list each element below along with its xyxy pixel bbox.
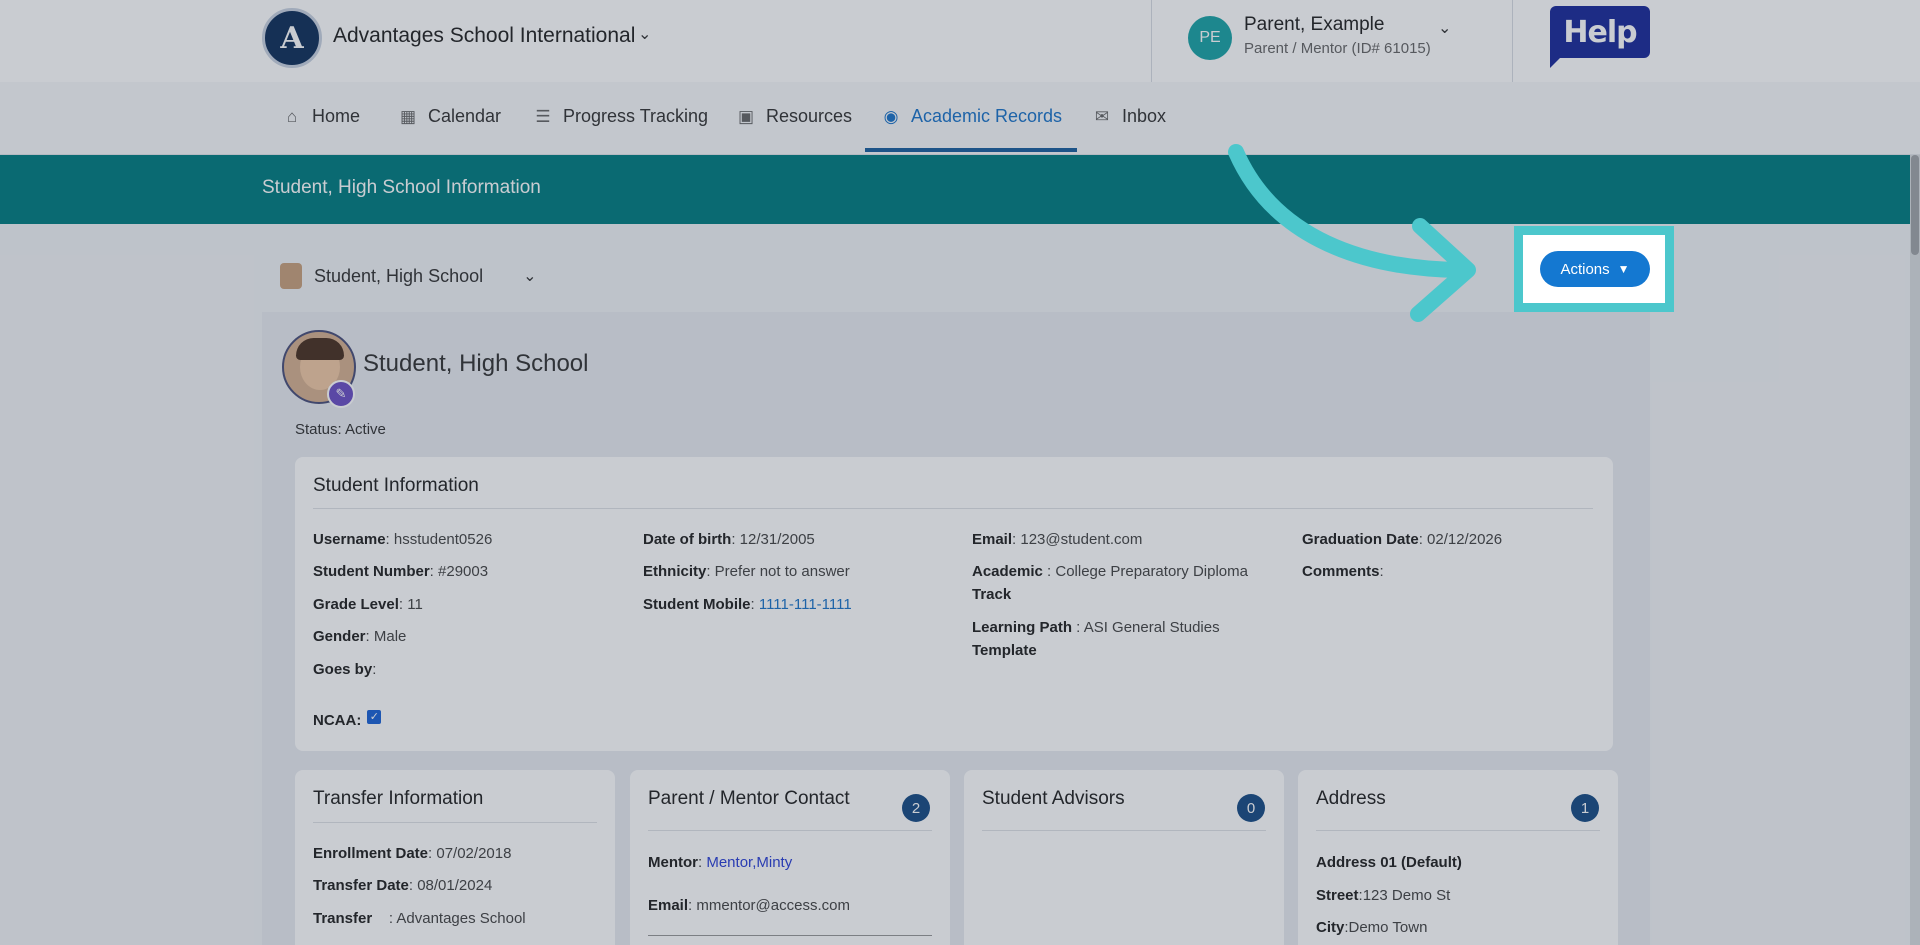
arrow-curve (1228, 144, 1466, 278)
tutorial-arrow-icon (1228, 144, 1476, 322)
